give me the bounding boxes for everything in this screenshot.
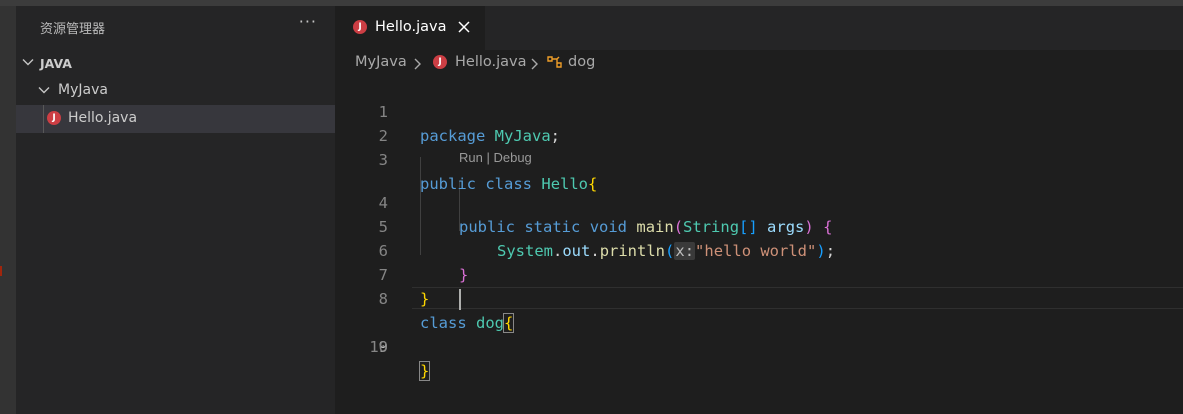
- chevron-down-icon: [22, 59, 34, 66]
- more-actions-button[interactable]: ···: [299, 12, 317, 31]
- java-file-icon: J: [47, 111, 61, 125]
- code-editor[interactable]: 1 package MyJava; 2 3 public class Hello…: [336, 76, 1183, 414]
- tree-item-label: Hello.java: [68, 110, 138, 126]
- code-line-7: 7 }: [336, 239, 1183, 308]
- java-file-icon: J: [433, 55, 447, 69]
- explorer-title: 资源管理器: [40, 22, 106, 37]
- tree-item-label: MyJava: [58, 82, 108, 98]
- indent-guide: [43, 105, 44, 133]
- line-number: 10: [369, 338, 388, 356]
- chevron-down-icon: [38, 87, 50, 94]
- explorer-sidebar: 资源管理器 ··· JAVA MyJava J Hello.java: [16, 6, 335, 414]
- code-line-4: 4 public static void main(String[] args)…: [336, 167, 1183, 236]
- class-symbol-icon: [547, 56, 562, 68]
- code-line-10: 10 }: [336, 311, 1183, 381]
- text-cursor: [459, 289, 461, 310]
- activity-bar: [0, 6, 16, 414]
- codelens: Run | Debug: [459, 150, 532, 165]
- debug-codelens[interactable]: Debug: [493, 150, 531, 165]
- tree-item-hello-java[interactable]: J Hello.java: [16, 105, 335, 133]
- breadcrumb-file[interactable]: Hello.java: [455, 54, 527, 70]
- tab-hello-java[interactable]: J Hello.java: [335, 6, 485, 50]
- java-file-icon: J: [353, 20, 367, 34]
- current-line-highlight: [412, 287, 1183, 309]
- close-icon[interactable]: [457, 20, 471, 34]
- chevron-right-icon: [531, 58, 538, 70]
- code-line-8: 8 class dog{: [336, 263, 1183, 333]
- tree-item-myjava-folder[interactable]: MyJava: [16, 77, 335, 105]
- bracket: }: [418, 361, 431, 381]
- run-codelens[interactable]: Run: [459, 150, 483, 165]
- code-line-5: 5 System.out.println(x:"hello world");: [336, 191, 1183, 260]
- breadcrumb-symbol[interactable]: dog: [568, 54, 595, 70]
- chevron-right-icon: [414, 58, 421, 70]
- code-line-1: 1 package MyJava;: [336, 76, 1183, 145]
- code-line-9: 9: [336, 287, 1183, 356]
- code-line-3: 3 public class Hello{: [336, 124, 1183, 193]
- tree-item-java-root[interactable]: JAVA: [16, 49, 335, 77]
- code-line-2: 2: [336, 100, 1183, 145]
- codelens-separator: |: [482, 150, 494, 165]
- editor-tab-bar: J Hello.java: [335, 6, 1183, 50]
- breadcrumb-folder[interactable]: MyJava: [355, 54, 407, 70]
- tree-item-label: JAVA: [40, 56, 72, 71]
- activity-indicator: [0, 266, 2, 276]
- tab-label: Hello.java: [375, 19, 447, 35]
- code-line-6: 6 }: [336, 215, 1183, 284]
